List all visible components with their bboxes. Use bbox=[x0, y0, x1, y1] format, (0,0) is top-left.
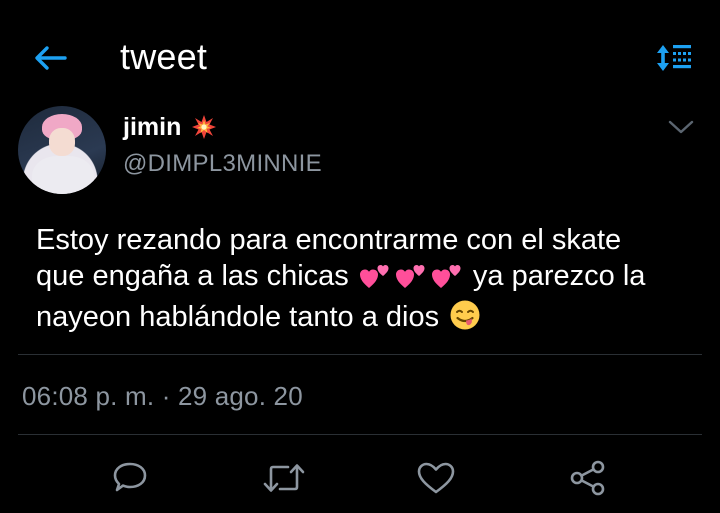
two-hearts-icon bbox=[359, 262, 391, 299]
reply-button[interactable] bbox=[108, 456, 152, 500]
divider bbox=[18, 354, 702, 355]
avatar[interactable] bbox=[18, 106, 106, 194]
author-name-row: jimin bbox=[123, 112, 217, 142]
face-savoring-food-icon bbox=[449, 299, 481, 340]
sort-button[interactable] bbox=[650, 38, 698, 78]
tweet-text-line: Estoy rezando para encontrarme con el sk… bbox=[36, 222, 696, 258]
tweet-text-segment: ya parezco la bbox=[472, 260, 646, 292]
arrow-left-icon bbox=[35, 46, 67, 70]
avatar-figure-face bbox=[49, 128, 75, 156]
like-button[interactable] bbox=[414, 456, 458, 500]
heart-icon bbox=[417, 462, 455, 494]
back-button[interactable] bbox=[28, 38, 72, 78]
two-hearts-icon bbox=[431, 262, 463, 299]
tweet-menu-button[interactable] bbox=[664, 112, 698, 142]
sort-icon bbox=[657, 45, 691, 71]
tweet-timestamp: 06:08 p. m. · 29 ago. 20 bbox=[22, 381, 303, 411]
retweet-icon bbox=[263, 464, 305, 492]
page-title: tweet bbox=[120, 36, 208, 77]
two-hearts-icon bbox=[395, 262, 427, 299]
chevron-down-icon bbox=[668, 120, 694, 134]
tweet-text-line: que engaña a las chicas ya parezco la bbox=[36, 258, 696, 299]
retweet-button[interactable] bbox=[262, 456, 306, 500]
reply-icon bbox=[113, 462, 147, 492]
author-name[interactable]: jimin bbox=[123, 113, 181, 142]
tweet-detail-screen: tweet jimin @DIMPL3MINNIE Estoy rezando … bbox=[0, 0, 720, 513]
share-button[interactable] bbox=[566, 456, 610, 500]
share-icon bbox=[570, 460, 605, 496]
tweet-text-segment: nayeon hablándole tanto a dios bbox=[36, 301, 440, 333]
collision-emoji-icon bbox=[191, 114, 217, 140]
tweet-text-line: nayeon hablándole tanto a dios bbox=[36, 299, 696, 340]
author-handle[interactable]: @DIMPL3MINNIE bbox=[123, 150, 322, 178]
tweet-text: Estoy rezando para encontrarme con el sk… bbox=[36, 222, 696, 340]
tweet-action-bar bbox=[0, 450, 720, 506]
divider bbox=[18, 434, 702, 435]
avatar-figure-body bbox=[32, 156, 94, 194]
tweet-text-segment: Estoy rezando para encontrarme con el sk… bbox=[36, 224, 622, 256]
top-app-bar: tweet bbox=[0, 0, 720, 112]
tweet-text-segment: que engaña a las chicas bbox=[36, 260, 349, 292]
